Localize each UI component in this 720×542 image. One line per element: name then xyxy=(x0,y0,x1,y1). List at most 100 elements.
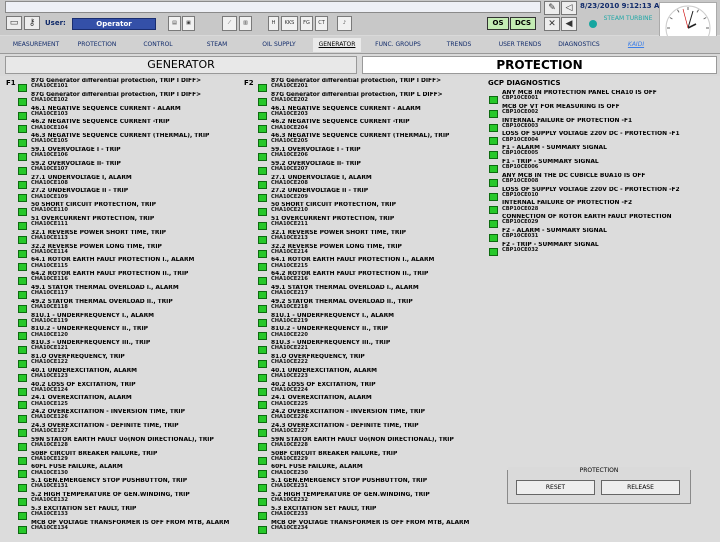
status-led-icon[interactable] xyxy=(18,166,27,175)
status-led-icon[interactable] xyxy=(258,401,267,410)
status-led-icon[interactable] xyxy=(258,484,267,493)
fg-button[interactable]: FG xyxy=(300,16,313,31)
status-led-icon[interactable] xyxy=(18,442,27,451)
status-led-icon[interactable] xyxy=(258,277,267,286)
status-led-icon[interactable] xyxy=(258,139,267,148)
tab-user-trends[interactable]: USER TRENDS xyxy=(492,38,548,52)
tab-protection[interactable]: PROTECTION xyxy=(72,38,122,52)
tab-control[interactable]: CONTROL xyxy=(138,38,178,52)
tab-trends[interactable]: TRENDS xyxy=(440,38,478,52)
status-led-icon[interactable] xyxy=(18,525,27,534)
status-led-icon[interactable] xyxy=(258,359,267,368)
status-led-icon[interactable] xyxy=(258,318,267,327)
release-button[interactable]: RELEASE xyxy=(601,480,680,495)
status-led-icon[interactable] xyxy=(258,221,267,230)
status-led-icon[interactable] xyxy=(18,428,27,437)
status-led-icon[interactable] xyxy=(258,111,267,120)
dcs-indicator[interactable]: DCS xyxy=(510,17,536,30)
status-led-icon[interactable] xyxy=(258,84,267,92)
status-led-icon[interactable] xyxy=(258,249,267,258)
tab-steam[interactable]: STEAM xyxy=(200,38,234,52)
print-icon[interactable]: ▤ xyxy=(168,16,181,31)
status-led-icon[interactable] xyxy=(489,206,498,215)
status-led-icon[interactable] xyxy=(258,152,267,161)
user-field[interactable]: Operator xyxy=(72,18,156,30)
monitor-icon[interactable]: ▭ xyxy=(6,16,22,30)
tab-oil-supply[interactable]: OIL SUPPLY xyxy=(254,38,304,52)
status-led-icon[interactable] xyxy=(258,456,267,465)
key-icon[interactable]: ⚷ xyxy=(24,16,40,30)
status-led-icon[interactable] xyxy=(258,263,267,272)
status-led-icon[interactable] xyxy=(18,152,27,161)
status-led-icon[interactable] xyxy=(258,415,267,424)
alarm-line[interactable] xyxy=(5,1,541,13)
kks-button[interactable]: KKS xyxy=(281,16,298,31)
status-led-icon[interactable] xyxy=(18,456,27,465)
status-led-icon[interactable] xyxy=(489,164,498,173)
status-led-icon[interactable] xyxy=(258,97,267,106)
mute-icon[interactable]: ✕ xyxy=(544,17,560,31)
reset-button[interactable]: RESET xyxy=(516,480,595,495)
status-led-icon[interactable] xyxy=(258,346,267,355)
status-led-icon[interactable] xyxy=(18,97,27,106)
status-led-icon[interactable] xyxy=(18,208,27,217)
status-led-icon[interactable] xyxy=(258,387,267,396)
os-indicator[interactable]: OS xyxy=(487,17,509,30)
trend-icon[interactable]: ⟋ xyxy=(222,16,237,31)
status-led-icon[interactable] xyxy=(489,247,498,256)
status-led-icon[interactable] xyxy=(489,96,498,104)
status-led-icon[interactable] xyxy=(489,220,498,229)
status-led-icon[interactable] xyxy=(18,290,27,299)
status-led-icon[interactable] xyxy=(18,235,27,244)
status-led-icon[interactable] xyxy=(18,221,27,230)
status-led-icon[interactable] xyxy=(489,109,498,118)
status-led-icon[interactable] xyxy=(258,180,267,189)
status-led-icon[interactable] xyxy=(489,151,498,160)
tab-generator[interactable]: GENERATOR xyxy=(313,38,361,52)
chart-icon[interactable]: ▥ xyxy=(239,16,252,31)
ct-button[interactable]: CT xyxy=(315,16,328,31)
status-led-icon[interactable] xyxy=(258,290,267,299)
status-led-icon[interactable] xyxy=(18,511,27,520)
status-led-icon[interactable] xyxy=(258,235,267,244)
status-led-icon[interactable] xyxy=(18,484,27,493)
status-led-icon[interactable] xyxy=(18,139,27,148)
status-led-icon[interactable] xyxy=(258,208,267,217)
status-led-icon[interactable] xyxy=(18,497,27,506)
status-led-icon[interactable] xyxy=(18,415,27,424)
status-led-icon[interactable] xyxy=(18,470,27,479)
status-led-icon[interactable] xyxy=(258,442,267,451)
status-led-icon[interactable] xyxy=(18,387,27,396)
status-led-icon[interactable] xyxy=(258,511,267,520)
status-led-icon[interactable] xyxy=(18,373,27,382)
status-led-icon[interactable] xyxy=(258,497,267,506)
speaker-icon[interactable]: ◀ xyxy=(561,17,577,31)
horn-icon[interactable]: ◁ xyxy=(561,1,577,15)
status-led-icon[interactable] xyxy=(258,373,267,382)
alarm-icon[interactable]: ▣ xyxy=(182,16,195,31)
status-led-icon[interactable] xyxy=(258,166,267,175)
status-led-icon[interactable] xyxy=(258,525,267,534)
status-led-icon[interactable] xyxy=(489,233,498,242)
status-led-icon[interactable] xyxy=(18,346,27,355)
tab-kaidi[interactable]: KAIDI xyxy=(620,38,652,52)
status-led-icon[interactable] xyxy=(18,125,27,134)
h-button[interactable]: H xyxy=(268,16,279,31)
status-led-icon[interactable] xyxy=(258,194,267,203)
status-led-icon[interactable] xyxy=(258,125,267,134)
tab-func-groups[interactable]: FUNC. GROUPS xyxy=(370,38,426,52)
tab-diagnostics[interactable]: DIAGNOSTICS xyxy=(555,38,603,52)
status-led-icon[interactable] xyxy=(18,194,27,203)
bell-icon[interactable]: ♪ xyxy=(337,16,352,31)
status-led-icon[interactable] xyxy=(18,249,27,258)
pen-icon[interactable]: ✎ xyxy=(544,1,560,15)
status-led-icon[interactable] xyxy=(18,359,27,368)
status-led-icon[interactable] xyxy=(18,332,27,341)
status-led-icon[interactable] xyxy=(18,84,27,92)
status-led-icon[interactable] xyxy=(18,277,27,286)
status-led-icon[interactable] xyxy=(18,180,27,189)
status-led-icon[interactable] xyxy=(18,263,27,272)
status-led-icon[interactable] xyxy=(489,192,498,201)
status-led-icon[interactable] xyxy=(258,332,267,341)
status-led-icon[interactable] xyxy=(18,111,27,120)
